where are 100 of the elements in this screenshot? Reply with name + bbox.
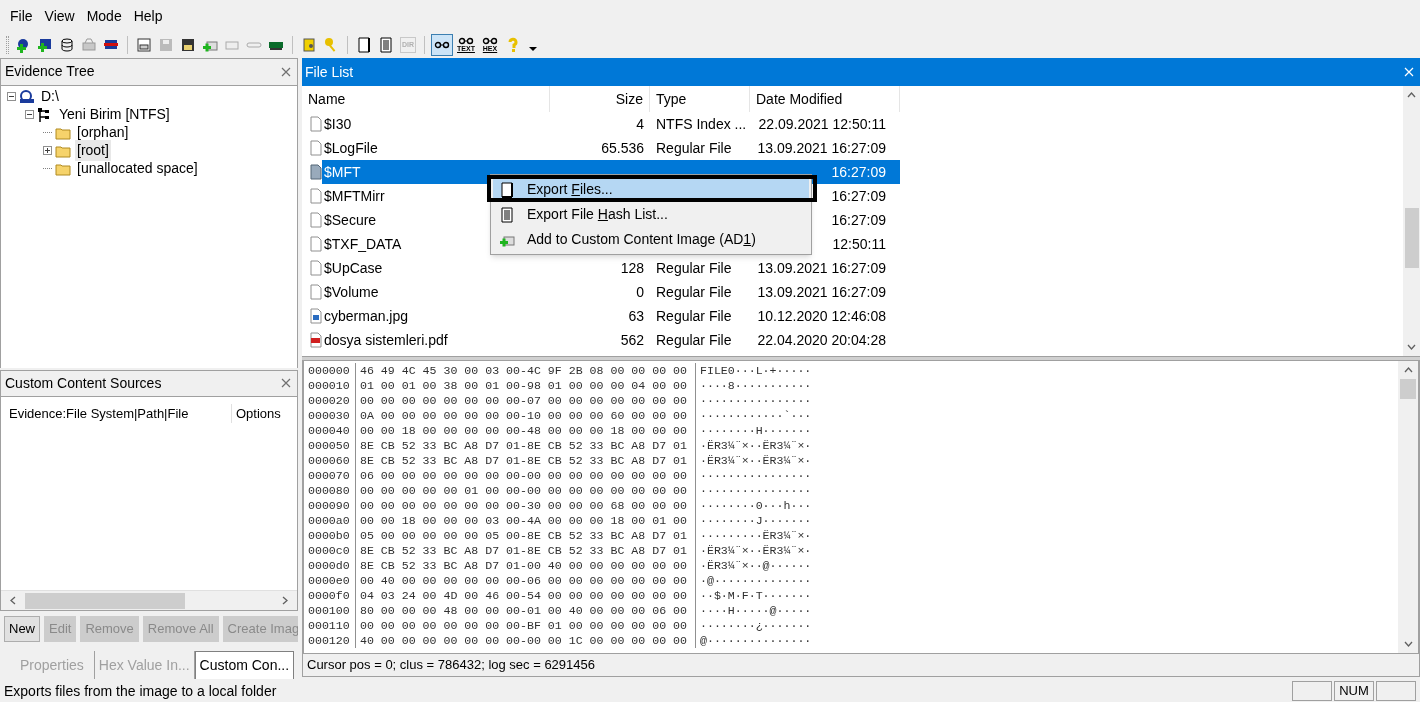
hex-bytes: 80 00 00 00 48 00 00 00-01 00 40 00 00 00 06 00: [356, 603, 696, 618]
action-button[interactable]: New: [4, 616, 40, 643]
ascii-text: ········H·······: [699, 423, 812, 438]
offset-label: 000050: [308, 438, 356, 453]
hex-bytes: 05 00 00 00 00 00 05 00-8E CB 52 33 BC A8 D7 01: [356, 528, 696, 543]
column-header[interactable]: Date Modified: [750, 86, 900, 112]
ascii-text: ········0···h···: [699, 498, 812, 513]
file-row[interactable]: $Volume 0 Regular File 13.09.2021 16:27:09: [322, 280, 900, 304]
hex-bytes: 40 00 00 00 00 00 00 00-00 00 1C 00 00 00 00 00: [356, 633, 696, 648]
glasses-icon: [482, 37, 498, 45]
hex-bytes: 00 00 00 00 00 01 00 00-00 00 00 00 00 00 00 00: [356, 483, 696, 498]
page-icon[interactable]: [356, 37, 372, 53]
offset-label: 000080: [308, 483, 356, 498]
collapse-icon[interactable]: [7, 92, 16, 102]
file-name[interactable]: $LogFile: [324, 137, 378, 159]
menu-item[interactable]: Add to Custom Content Image (AD1): [493, 227, 809, 252]
status-panel: [1376, 681, 1416, 701]
expand-icon[interactable]: [43, 146, 52, 156]
page-icon: [499, 181, 515, 198]
tab[interactable]: Custom Con...: [194, 651, 295, 679]
status-message: Exports files from the image to a local folder: [4, 681, 277, 701]
image-file-icon: [308, 308, 324, 324]
scroll-down-icon[interactable]: [1403, 641, 1413, 647]
table-cell-text: 65.536: [601, 138, 644, 158]
table-cell-text: 63: [628, 306, 644, 326]
hex-bytes: 01 00 01 00 38 00 01 00-98 01 00 00 00 04 00 00: [356, 378, 696, 393]
ascii-text: FILE0···L·+·····: [699, 363, 812, 378]
file-icon: [308, 188, 324, 204]
database-icon[interactable]: [59, 37, 75, 53]
column-header[interactable]: Type: [650, 86, 750, 112]
scroll-up-icon[interactable]: [1403, 367, 1413, 373]
document-icon[interactable]: [378, 37, 394, 53]
hex-bytes: 0A 00 00 00 00 00 00 00-10 00 00 00 60 00 00 00: [356, 408, 696, 423]
ascii-text: ··$·M·F·T·······: [699, 588, 812, 603]
file-icon: [308, 236, 324, 252]
horizontal-scrollbar[interactable]: [1, 590, 297, 611]
ascii-text: @···············: [699, 633, 812, 648]
evidence-icon[interactable]: [301, 37, 317, 53]
scrollbar-thumb[interactable]: [25, 592, 185, 609]
offset-label: 000030: [308, 408, 356, 423]
table-cell-text: 562: [620, 330, 644, 350]
close-icon[interactable]: [1404, 67, 1416, 77]
offset-label: 0000e0: [308, 573, 356, 588]
add-evidence-icon[interactable]: [15, 37, 31, 53]
offset-label: 000120: [308, 633, 356, 648]
table-cell-text: 22.09.2021 12:50:11: [758, 114, 886, 134]
close-icon[interactable]: [281, 378, 293, 389]
column-header[interactable]: Options: [231, 403, 281, 424]
file-name[interactable]: dosya sistemleri.pdf: [324, 329, 448, 351]
scroll-down-icon[interactable]: [1407, 344, 1416, 350]
menu-item[interactable]: Mode: [80, 6, 128, 27]
tree-item[interactable]: [root]: [75, 140, 111, 162]
offset-label: 0000c0: [308, 543, 356, 558]
table-cell-text: Regular File: [656, 330, 732, 350]
file-row[interactable]: cyberman.jpg 63 Regular File 10.12.2020 12:46:08: [322, 304, 900, 328]
column-header[interactable]: Evidence:File System|Path|File: [1, 403, 231, 424]
offset-label: 000010: [308, 378, 356, 393]
file-name[interactable]: $MFT: [324, 161, 361, 183]
column-header[interactable]: Size: [550, 86, 650, 112]
file-name[interactable]: $I30: [324, 113, 352, 135]
vertical-scrollbar[interactable]: [1403, 86, 1420, 356]
hex-bytes: 04 03 24 00 4D 00 46 00-54 00 00 00 00 00 00 00: [356, 588, 696, 603]
add-all-icon[interactable]: [37, 37, 53, 53]
vertical-scrollbar[interactable]: [1398, 361, 1418, 653]
panel-title: Custom Content Sources: [5, 373, 162, 393]
scroll-up-icon[interactable]: [1407, 92, 1416, 98]
collapse-icon[interactable]: [25, 110, 34, 120]
scroll-right-icon[interactable]: [282, 596, 288, 606]
hex-bytes: 8E CB 52 33 BC A8 D7 01-8E CB 52 33 BC A8 D7 01: [356, 543, 696, 558]
hex-bytes: 46 49 4C 45 30 00 03 00-4C 9F 2B 08 00 00 00 00: [356, 363, 696, 378]
image-icon[interactable]: [136, 37, 152, 53]
ascii-text: ············`···: [699, 408, 812, 423]
ascii-text: ····8···········: [699, 378, 812, 393]
file-row[interactable]: $LogFile 65.536 Regular File 13.09.2021 16:27:09: [322, 136, 900, 160]
file-row[interactable]: dosya sistemleri.pdf 562 Regular File 22.04.2020 20:04:28: [322, 328, 900, 352]
scrollbar-thumb[interactable]: [1404, 208, 1419, 268]
scrollbar-thumb[interactable]: [1400, 379, 1416, 399]
file-name[interactable]: $Volume: [324, 281, 379, 303]
menu-item[interactable]: Help: [127, 6, 169, 27]
offset-label: 0000d0: [308, 558, 356, 573]
column-header[interactable]: Name: [302, 86, 550, 112]
file-name[interactable]: $UpCase: [324, 257, 383, 279]
offset-label: 000090: [308, 498, 356, 513]
file-row[interactable]: $UpCase 128 Regular File 13.09.2021 16:27:09: [322, 256, 900, 280]
document-icon: [499, 206, 515, 223]
menu-item[interactable]: Export File Hash List...: [493, 202, 809, 227]
menu-item[interactable]: View: [38, 6, 81, 27]
table-cell-text: Regular File: [656, 306, 732, 326]
ascii-text: ·ËR3¼¨×··ËR3¼¨×·: [699, 453, 812, 468]
view-mode-button[interactable]: [431, 34, 453, 56]
scroll-left-icon[interactable]: [10, 596, 16, 606]
hex-bytes: 00 40 00 00 00 00 00 00-06 00 00 00 00 00 00 00: [356, 573, 696, 588]
hex-bytes: 06 00 00 00 00 00 00 00-00 00 00 00 00 00 00 00: [356, 468, 696, 483]
menu-item[interactable]: File: [4, 6, 39, 27]
file-name[interactable]: cyberman.jpg: [324, 305, 409, 327]
file-row[interactable]: $I30 4 NTFS Index ... 22.09.2021 12:50:11: [322, 112, 900, 136]
hex-bytes: 00 00 00 00 00 00 00 00-30 00 00 00 68 00 00 00: [356, 498, 696, 513]
file-icon: [308, 140, 324, 156]
table-cell-text: 4: [636, 114, 644, 134]
close-icon[interactable]: [281, 66, 293, 77]
